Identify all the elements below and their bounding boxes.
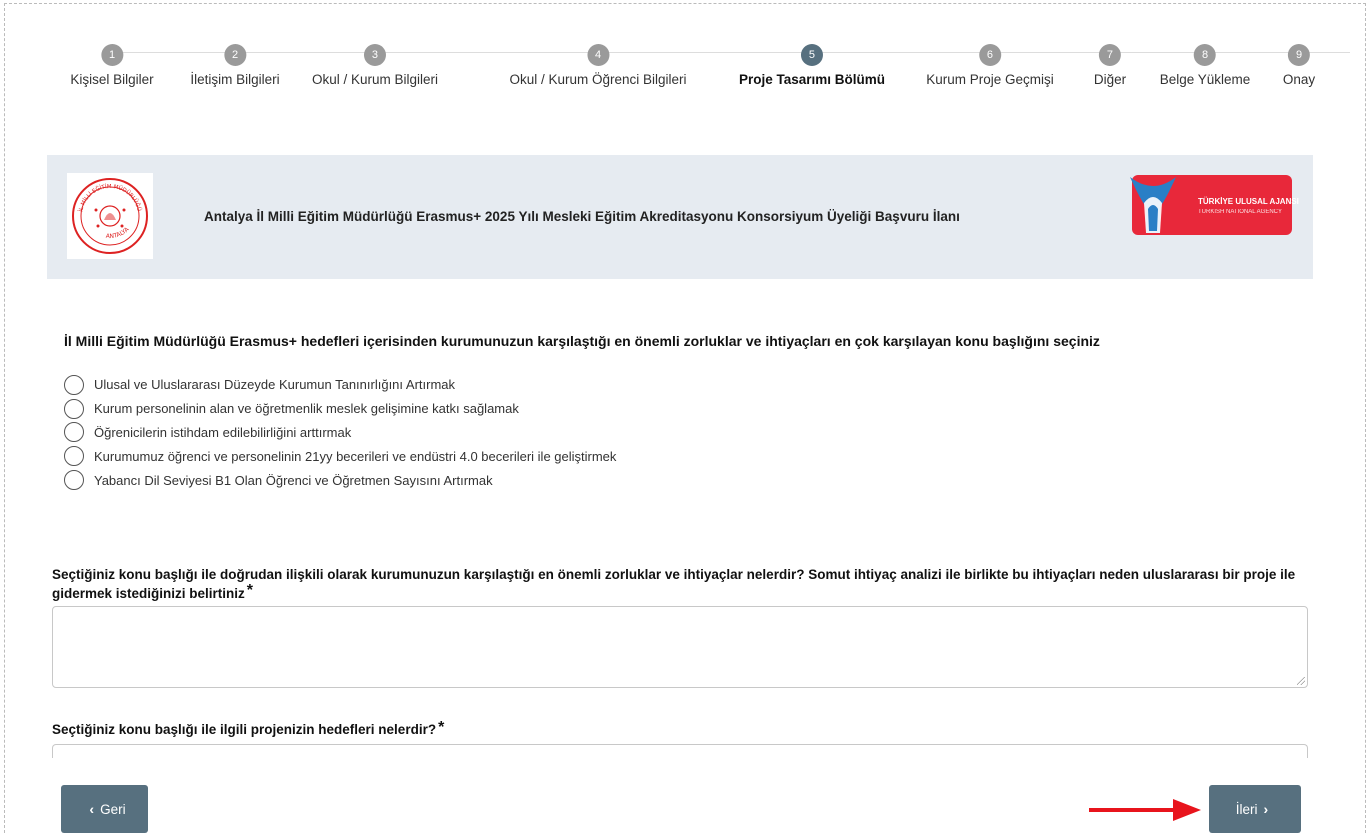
step-number: 6 bbox=[978, 44, 1001, 66]
step-label: Kurum Proje Geçmişi bbox=[926, 72, 1054, 87]
required-mark: * bbox=[246, 582, 254, 599]
step-label: Kişisel Bilgiler bbox=[70, 72, 154, 87]
radio-button[interactable] bbox=[64, 422, 84, 443]
step-number: 2 bbox=[224, 44, 246, 66]
step-number: 4 bbox=[587, 44, 609, 66]
next-button-label: İleri bbox=[1235, 801, 1258, 817]
step-2[interactable]: 2 İletişim Bilgileri bbox=[190, 44, 280, 87]
question-2-text: Seçtiğiniz konu başlığı ile doğrudan ili… bbox=[52, 567, 1296, 601]
step-4[interactable]: 4 Okul / Kurum Öğrenci Bilgileri bbox=[509, 44, 687, 87]
chevron-left-icon: ‹ bbox=[89, 801, 95, 817]
svg-text:ANTALYA: ANTALYA bbox=[105, 225, 131, 240]
step-6[interactable]: 6 Kurum Proje Geçmişi bbox=[926, 44, 1054, 87]
question-3-textarea[interactable] bbox=[52, 744, 1308, 758]
radio-option-label[interactable]: Yabancı Dil Seviyesi B1 Olan Öğrenci ve … bbox=[94, 473, 493, 488]
step-1[interactable]: 1 Kişisel Bilgiler bbox=[70, 44, 154, 87]
meb-seal-logo: İL MİLLİ EĞİTİM MÜDÜRLÜĞÜ ANTALYA bbox=[67, 173, 153, 259]
question-1-title: İl Milli Eğitim Müdürlüğü Erasmus+ hedef… bbox=[64, 333, 1100, 349]
agency-name-tr: TÜRKİYE ULUSAL AJANSI bbox=[1198, 197, 1299, 206]
back-button[interactable]: ‹ Geri bbox=[61, 785, 148, 833]
radio-button[interactable] bbox=[64, 374, 84, 395]
step-label: Okul / Kurum Bilgileri bbox=[311, 72, 439, 87]
step-8[interactable]: 8 Belge Yükleme bbox=[1159, 44, 1251, 87]
step-number: 9 bbox=[1288, 44, 1310, 66]
announcement-banner: İL MİLLİ EĞİTİM MÜDÜRLÜĞÜ ANTALYA Antaly… bbox=[47, 155, 1313, 279]
step-label: İletişim Bilgileri bbox=[190, 72, 280, 87]
step-5[interactable]: 5 Proje Tasarımı Bölümü bbox=[739, 44, 885, 87]
radio-option-label[interactable]: Ulusal ve Uluslararası Düzeyde Kurumun T… bbox=[94, 377, 455, 392]
radio-option-label[interactable]: Kurumumuz öğrenci ve personelinin 21yy b… bbox=[94, 449, 616, 464]
step-label: Onay bbox=[1282, 72, 1316, 87]
radio-option[interactable]: Kurumumuz öğrenci ve personelinin 21yy b… bbox=[64, 444, 616, 468]
question-2-label: Seçtiğiniz konu başlığı ile doğrudan ili… bbox=[52, 565, 1322, 603]
question-3-text: Seçtiğiniz konu başlığı ile ilgili proje… bbox=[52, 722, 437, 737]
red-arrow-annotation-icon bbox=[1089, 799, 1201, 821]
step-number: 8 bbox=[1194, 44, 1216, 66]
question-3-label: Seçtiğiniz konu başlığı ile ilgili proje… bbox=[52, 719, 445, 740]
step-number: 5 bbox=[800, 44, 823, 66]
step-number: 1 bbox=[101, 44, 123, 66]
step-number: 7 bbox=[1098, 44, 1121, 66]
radio-option[interactable]: Öğrenicilerin istihdam edilebilirliğini … bbox=[64, 421, 616, 445]
chevron-right-icon: › bbox=[1263, 801, 1269, 817]
resize-handle-icon[interactable] bbox=[1297, 677, 1305, 685]
radio-option-label[interactable]: Öğrenicilerin istihdam edilebilirliğini … bbox=[94, 425, 351, 440]
step-label: Okul / Kurum Öğrenci Bilgileri bbox=[509, 72, 687, 87]
agency-name-en: TURKISH NATIONAL AGENCY bbox=[1198, 209, 1283, 215]
radio-option[interactable]: Kurum personelinin alan ve öğretmenlik m… bbox=[64, 397, 616, 421]
step-9[interactable]: 9 Onay bbox=[1283, 44, 1315, 87]
step-label: Diğer bbox=[1093, 72, 1127, 87]
next-button[interactable]: İleri › bbox=[1209, 785, 1301, 833]
step-label: Belge Yükleme bbox=[1159, 72, 1251, 87]
back-button-label: Geri bbox=[100, 801, 126, 817]
radio-option[interactable]: Ulusal ve Uluslararası Düzeyde Kurumun T… bbox=[64, 373, 616, 397]
question-2-textarea[interactable] bbox=[52, 606, 1308, 688]
radio-option[interactable]: Yabancı Dil Seviyesi B1 Olan Öğrenci ve … bbox=[64, 468, 616, 492]
radio-button[interactable] bbox=[64, 398, 84, 419]
radio-option-label[interactable]: Kurum personelinin alan ve öğretmenlik m… bbox=[94, 401, 519, 416]
step-3[interactable]: 3 Okul / Kurum Bilgileri bbox=[312, 44, 438, 87]
turkish-national-agency-logo: TÜRKİYE ULUSAL AJANSI TURKISH NATIONAL A… bbox=[1130, 175, 1299, 235]
radio-button[interactable] bbox=[64, 446, 84, 467]
required-mark: * bbox=[438, 719, 445, 736]
step-number: 3 bbox=[363, 44, 386, 66]
radio-button[interactable] bbox=[64, 470, 84, 491]
question-1-options: Ulusal ve Uluslararası Düzeyde Kurumun T… bbox=[64, 373, 616, 492]
step-label: Proje Tasarımı Bölümü bbox=[738, 72, 886, 87]
banner-title: Antalya İl Milli Eğitim Müdürlüğü Erasmu… bbox=[204, 209, 960, 224]
wizard-stepper: 1 Kişisel Bilgiler 2 İletişim Bilgileri … bbox=[0, 0, 1372, 110]
step-7[interactable]: 7 Diğer bbox=[1094, 44, 1126, 87]
